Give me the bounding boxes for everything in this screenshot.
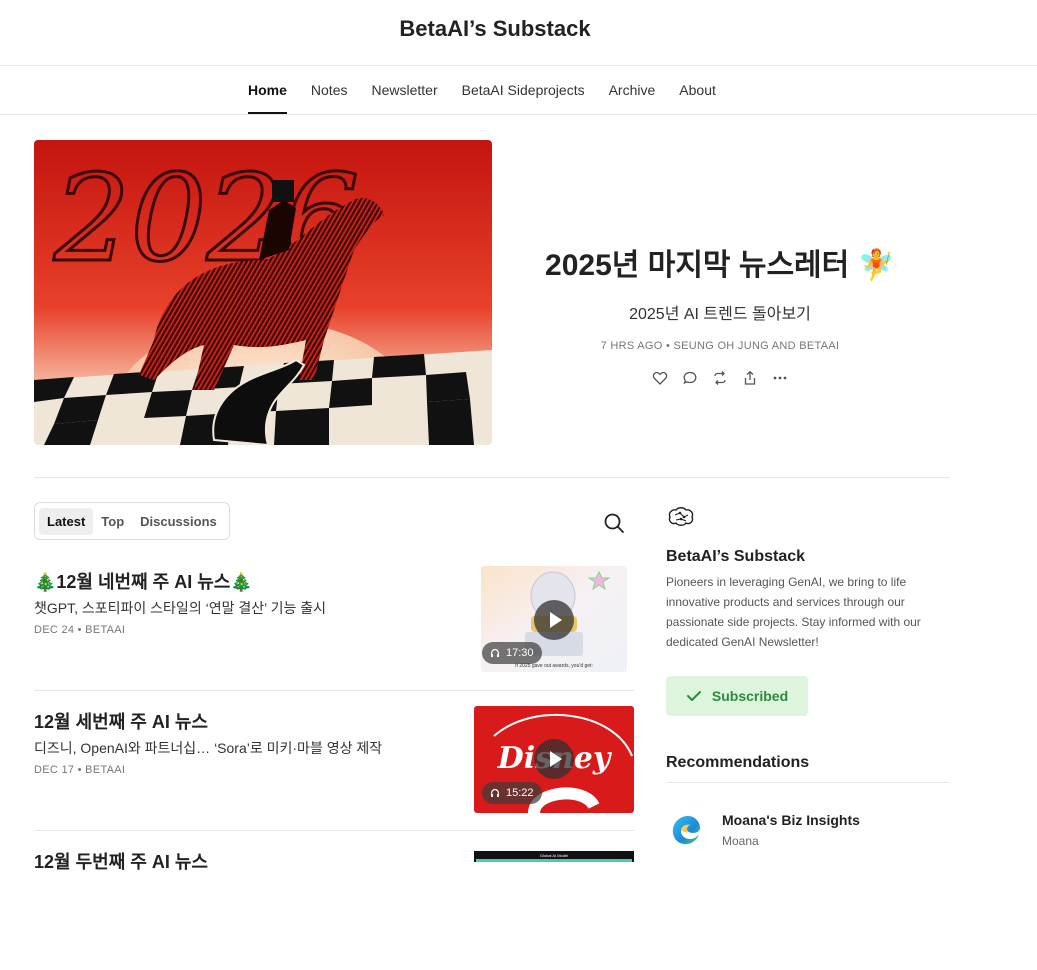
brain-logo-icon[interactable] xyxy=(666,505,696,529)
post-item[interactable]: 12월 세번째 주 AI 뉴스 디즈니, OpenAI와 파트너십… ‘Sora… xyxy=(34,690,634,831)
duration-badge: 17:30 xyxy=(482,642,542,664)
section-divider xyxy=(34,477,950,478)
share-icon[interactable] xyxy=(742,370,758,386)
publication-sidebar: BetaAI’s Substack Pioneers in leveraging… xyxy=(666,505,950,716)
more-icon[interactable] xyxy=(772,370,788,386)
recommendation-name[interactable]: Moana's Biz Insights xyxy=(722,812,860,828)
post-title[interactable]: 🎄12월 네번째 주 AI 뉴스🎄 xyxy=(34,568,253,594)
post-thumbnail[interactable]: Disney 15:22 xyxy=(474,706,634,813)
heart-icon[interactable] xyxy=(652,370,668,386)
site-title[interactable]: BetaAI’s Substack xyxy=(0,16,990,42)
feed-tabs: Latest Top Discussions xyxy=(34,502,230,540)
hero-post-image[interactable]: 2026 xyxy=(34,140,492,445)
subscribed-button[interactable]: Subscribed xyxy=(666,676,808,716)
headphones-icon xyxy=(490,648,500,657)
duration-text: 17:30 xyxy=(506,647,534,659)
checkmark-icon xyxy=(686,691,701,701)
tab-top[interactable]: Top xyxy=(93,508,132,535)
main-nav: Home Notes Newsletter BetaAI Sideproject… xyxy=(0,66,1037,115)
nav-notes[interactable]: Notes xyxy=(311,66,348,114)
nav-archive[interactable]: Archive xyxy=(609,66,656,114)
nav-home[interactable]: Home xyxy=(248,66,287,114)
hero-post-meta: 7 HRS AGO • SEUNG OH JUNG AND BETAAI xyxy=(600,340,840,352)
post-subtitle: 챗GPT, 스포티파이 스타일의 ‘연말 결산’ 기능 출시 xyxy=(34,600,326,616)
post-item[interactable]: 12월 두번째 주 AI 뉴스 Global AI Model xyxy=(34,830,634,970)
play-button[interactable] xyxy=(534,600,574,640)
post-title[interactable]: 12월 세번째 주 AI 뉴스 xyxy=(34,708,208,734)
hero-post-subtitle: 2025년 AI 트렌드 돌아보기 xyxy=(629,306,811,323)
publication-name[interactable]: BetaAI’s Substack xyxy=(666,548,950,566)
table-illustration: Global AI Model xyxy=(474,851,634,862)
hero-post-title[interactable]: 2025년 마지막 뉴스레터 🧚 xyxy=(510,240,930,284)
recommendation-item[interactable]: Moana's Biz Insights Moana xyxy=(666,810,950,854)
recommendations-heading: Recommendations xyxy=(666,754,950,783)
edge-logo-icon xyxy=(672,816,700,845)
tab-discussions[interactable]: Discussions xyxy=(132,508,225,535)
duration-badge: 15:22 xyxy=(482,782,542,804)
top-bar: BetaAI’s Substack xyxy=(0,0,1037,66)
play-button[interactable] xyxy=(534,739,574,779)
post-subtitle: 디즈니, OpenAI와 파트너십… ‘Sora’로 미키·마블 영상 제작 xyxy=(34,740,383,756)
tab-latest[interactable]: Latest xyxy=(39,507,94,535)
search-icon[interactable] xyxy=(603,512,625,534)
post-thumbnail[interactable]: Global AI Model xyxy=(474,850,634,862)
duration-text: 15:22 xyxy=(506,787,534,799)
post-meta: DEC 17 • BETAAI xyxy=(34,764,126,776)
hero-post-info: 2025년 마지막 뉴스레터 🧚 2025년 AI 트렌드 돌아보기 7 HRS… xyxy=(510,240,930,386)
post-thumbnail[interactable]: If 2025 gave out awards, you'd get: 17:3… xyxy=(481,566,627,672)
publication-description: Pioneers in leveraging GenAI, we bring t… xyxy=(666,575,921,649)
post-title[interactable]: 12월 두번째 주 AI 뉴스 xyxy=(34,848,208,874)
headphones-icon xyxy=(490,788,500,797)
nav-newsletter[interactable]: Newsletter xyxy=(371,66,437,114)
subscribed-label: Subscribed xyxy=(711,688,789,704)
hero-illustration: 2026 xyxy=(34,140,492,445)
post-meta: DEC 24 • BETAAI xyxy=(34,624,126,636)
thumbnail-caption: Global AI Model xyxy=(540,853,568,858)
restack-icon[interactable] xyxy=(712,370,728,386)
hero-actions xyxy=(510,370,930,386)
nav-sideprojects[interactable]: BetaAI Sideprojects xyxy=(462,66,585,114)
comment-icon[interactable] xyxy=(682,370,698,386)
nav-about[interactable]: About xyxy=(679,66,716,114)
post-item[interactable]: 🎄12월 네번째 주 AI 뉴스🎄 챗GPT, 스포티파이 스타일의 ‘연말 결… xyxy=(34,550,634,691)
recommendation-author: Moana xyxy=(722,834,759,848)
